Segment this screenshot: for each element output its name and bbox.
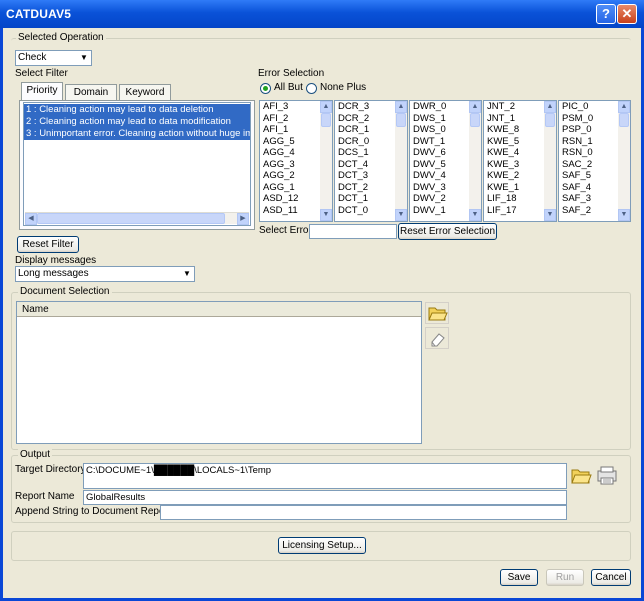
close-icon[interactable]: ✕ [617, 4, 637, 24]
error-selection-label: Error Selection [258, 68, 325, 79]
eraser-icon[interactable] [425, 327, 449, 349]
select-filter-label: Select Filter [15, 68, 68, 79]
chevron-down-icon[interactable]: ▼ [77, 51, 91, 65]
output-label: Output [18, 449, 53, 460]
all-but-radio[interactable] [260, 83, 271, 94]
target-directory-label: Target Directory [15, 464, 86, 475]
document-selection-label: Document Selection [18, 286, 112, 297]
help-icon[interactable]: ? [596, 4, 616, 24]
report-name-label: Report Name [15, 491, 75, 502]
scroll-up-icon[interactable]: ▲ [469, 101, 481, 113]
scroll-down-icon[interactable]: ▼ [320, 209, 332, 221]
reset-filter-button[interactable]: Reset Filter [17, 236, 79, 253]
select-error-label: Select Error [259, 225, 312, 236]
scroll-thumb[interactable] [396, 113, 406, 127]
window-title: CATDUAV5 [6, 7, 72, 21]
scroll-up-icon[interactable]: ▲ [395, 101, 407, 113]
scroll-down-icon[interactable]: ▼ [544, 209, 556, 221]
horizontal-scrollbar[interactable]: ◀ ▶ [25, 212, 249, 225]
scroll-up-icon[interactable]: ▲ [320, 101, 332, 113]
selected-operation-label: Selected Operation [16, 32, 106, 43]
save-button[interactable]: Save [500, 569, 538, 586]
all-but-label: All But [274, 82, 303, 93]
display-messages-label: Display messages [15, 255, 97, 266]
list-item[interactable]: 1 : Cleaning action may lead to data del… [24, 104, 250, 116]
error-code-list[interactable]: JNT_2 JNT_1 KWE_8 KWE_5 KWE_4 KWE_3 KWE_2 KWE_1… [483, 100, 557, 222]
operation-select[interactable]: Check ▼ [15, 50, 92, 66]
error-code-list[interactable]: DWR_0 DWS_1 DWS_0 DWT_1 DWV_6 DWV_5 DWV_4 DWV_3… [409, 100, 482, 222]
operation-value: Check [18, 52, 47, 63]
licensing-setup-button[interactable]: Licensing Setup... [278, 537, 366, 554]
display-messages-value: Long messages [18, 268, 89, 279]
tab-domain[interactable]: Domain [65, 84, 117, 101]
cancel-button[interactable]: Cancel [591, 569, 631, 586]
scroll-down-icon[interactable]: ▼ [618, 209, 630, 221]
vertical-scrollbar[interactable]: ▲ ▼ [395, 101, 407, 221]
document-list[interactable]: Name [16, 301, 422, 444]
vertical-scrollbar[interactable]: ▲ ▼ [469, 101, 481, 221]
none-plus-label: None Plus [320, 82, 367, 93]
append-string-input[interactable] [160, 505, 567, 520]
display-messages-select[interactable]: Long messages ▼ [15, 266, 195, 282]
title-bar[interactable]: CATDUAV5 ? ✕ [0, 0, 644, 28]
error-code-list[interactable]: PIC_0 PSM_0 PSP_0 RSN_1 RSN_0 SAC_2 SAF_5 SAF_4… [558, 100, 631, 222]
reset-error-selection-button[interactable]: Reset Error Selection [398, 223, 497, 240]
vertical-scrollbar[interactable]: ▲ ▼ [544, 101, 556, 221]
scroll-down-icon[interactable]: ▼ [395, 209, 407, 221]
scroll-thumb[interactable] [37, 213, 225, 224]
error-code-list[interactable]: DCR_3 DCR_2 DCR_1 DCR_0 DCS_1 DCT_4 DCT_3 DCT_2… [334, 100, 408, 222]
scroll-thumb[interactable] [470, 113, 480, 127]
scroll-up-icon[interactable]: ▲ [544, 101, 556, 113]
report-name-input[interactable]: GlobalResults [83, 490, 567, 505]
scroll-up-icon[interactable]: ▲ [618, 101, 630, 113]
scroll-right-icon[interactable]: ▶ [237, 213, 249, 225]
select-error-input[interactable] [309, 224, 397, 239]
list-item[interactable]: 2 : Cleaning action may lead to data mod… [24, 116, 250, 128]
list-item[interactable]: 3 : Unimportant error. Cleaning action w… [24, 128, 250, 140]
scroll-left-icon[interactable]: ◀ [25, 213, 37, 225]
target-directory-value: C:\DOCUME~1\██████\LOCALS~1\Temp [86, 465, 272, 476]
tab-keyword[interactable]: Keyword [119, 84, 171, 101]
chevron-down-icon[interactable]: ▼ [180, 267, 194, 281]
target-directory-input[interactable]: C:\DOCUME~1\██████\LOCALS~1\Temp [83, 463, 567, 489]
scroll-down-icon[interactable]: ▼ [469, 209, 481, 221]
catduav5-dialog: CATDUAV5 ? ✕ Selected Operation Check ▼ … [0, 0, 644, 601]
folder-open-icon[interactable] [425, 302, 449, 324]
folder-open-icon[interactable] [569, 464, 593, 486]
scroll-thumb[interactable] [321, 113, 331, 127]
run-button[interactable]: Run [546, 569, 584, 586]
error-code-list[interactable]: AFI_3 AFI_2 AFI_1 AGG_5 AGG_4 AGG_3 AGG_2 AGG_1… [259, 100, 333, 222]
vertical-scrollbar[interactable]: ▲ ▼ [618, 101, 630, 221]
tab-priority[interactable]: Priority [21, 82, 63, 101]
priority-list[interactable]: 1 : Cleaning action may lead to data del… [23, 102, 251, 226]
name-column-header[interactable]: Name [17, 302, 421, 317]
scroll-thumb[interactable] [545, 113, 555, 127]
scroll-thumb[interactable] [619, 113, 629, 127]
printer-icon[interactable] [595, 464, 619, 486]
none-plus-radio[interactable] [306, 83, 317, 94]
vertical-scrollbar[interactable]: ▲ ▼ [320, 101, 332, 221]
append-string-label: Append String to Document Report [15, 506, 171, 517]
